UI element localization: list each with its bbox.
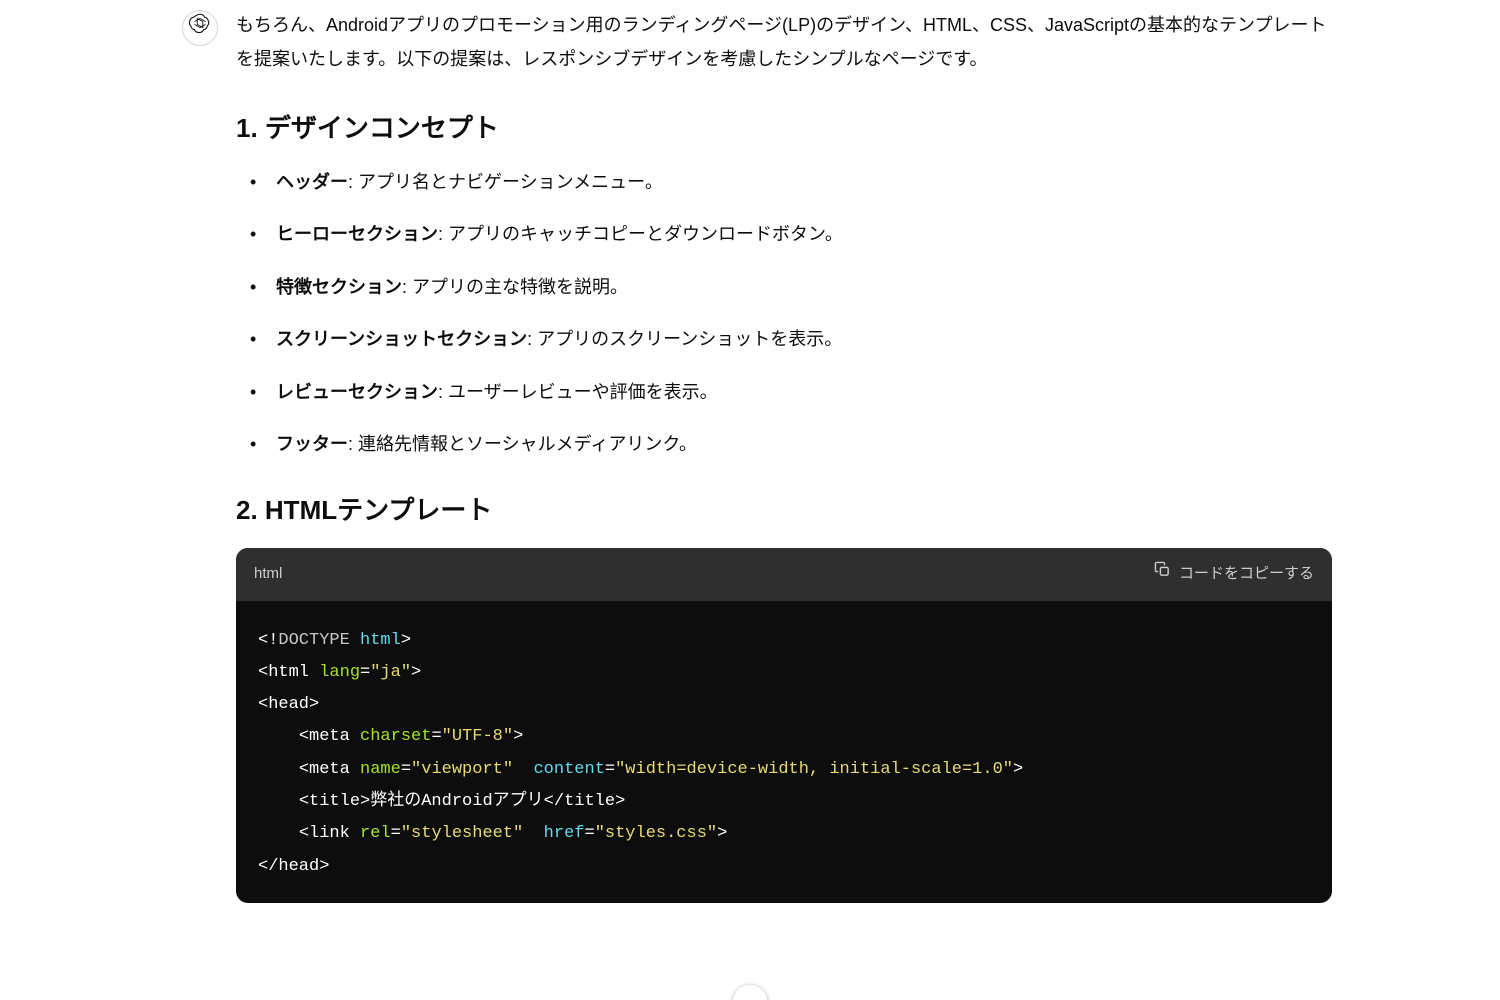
bullet-desc: : アプリ名とナビゲーションメニュー。	[348, 172, 663, 192]
bullet-desc: : アプリのキャッチコピーとダウンロードボタン。	[438, 224, 843, 244]
bullet-label: フッター	[276, 434, 348, 454]
avatar-column	[160, 8, 236, 903]
concept-bullet-list: ヘッダー: アプリ名とナビゲーションメニュー。 ヒーローセクション: アプリのキ…	[236, 166, 1332, 460]
code-header: html コードをコピーする	[236, 548, 1332, 601]
message-container: もちろん、Androidアプリのプロモーション用のランディングページ(LP)のデ…	[160, 0, 1340, 903]
list-item: レビューセクション: ユーザーレビューや評価を表示。	[236, 376, 1332, 408]
intro-paragraph: もちろん、Androidアプリのプロモーション用のランディングページ(LP)のデ…	[236, 8, 1332, 76]
bullet-label: 特徴セクション	[276, 277, 402, 297]
code-block: html コードをコピーする <!DOCTYPE html> <html lan…	[236, 548, 1332, 903]
openai-logo-icon	[189, 11, 211, 45]
scroll-down-button[interactable]	[732, 984, 768, 1000]
bullet-desc: : 連絡先情報とソーシャルメディアリンク。	[348, 434, 697, 454]
copy-code-button[interactable]: コードをコピーする	[1154, 560, 1314, 589]
bullet-label: ヒーローセクション	[276, 224, 438, 244]
list-item: スクリーンショットセクション: アプリのスクリーンショットを表示。	[236, 323, 1332, 355]
bullet-desc: : アプリの主な特徴を説明。	[402, 277, 628, 297]
list-item: フッター: 連絡先情報とソーシャルメディアリンク。	[236, 428, 1332, 460]
section2-heading: 2. HTMLテンプレート	[236, 492, 1332, 530]
list-item: 特徴セクション: アプリの主な特徴を説明。	[236, 271, 1332, 303]
bullet-label: ヘッダー	[276, 172, 348, 192]
copy-icon	[1154, 560, 1171, 589]
bullet-desc: : ユーザーレビューや評価を表示。	[438, 382, 718, 402]
code-body[interactable]: <!DOCTYPE html> <html lang="ja"> <head> …	[236, 601, 1332, 903]
bullet-label: スクリーンショットセクション	[276, 329, 527, 349]
code-language-label: html	[254, 560, 282, 589]
copy-code-label: コードをコピーする	[1179, 560, 1314, 589]
list-item: ヘッダー: アプリ名とナビゲーションメニュー。	[236, 166, 1332, 198]
assistant-avatar	[182, 10, 218, 46]
bullet-label: レビューセクション	[276, 382, 438, 402]
bullet-desc: : アプリのスクリーンショットを表示。	[527, 329, 842, 349]
message-content: もちろん、Androidアプリのプロモーション用のランディングページ(LP)のデ…	[236, 8, 1340, 903]
section1-heading: 1. デザインコンセプト	[236, 110, 1332, 148]
list-item: ヒーローセクション: アプリのキャッチコピーとダウンロードボタン。	[236, 218, 1332, 250]
